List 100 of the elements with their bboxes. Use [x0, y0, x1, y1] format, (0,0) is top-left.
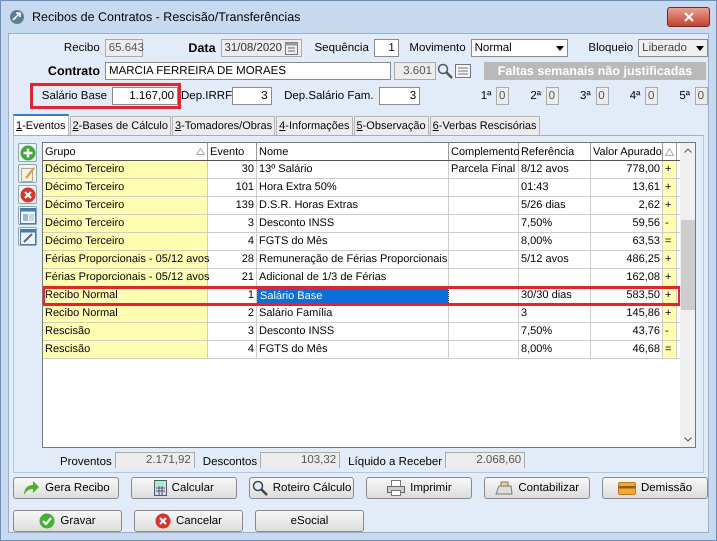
column-header[interactable]: Complemento	[449, 143, 519, 160]
tab[interactable]: 6-Verbas Rescisórias	[430, 116, 540, 135]
arrow-icon	[22, 480, 40, 496]
table-cell: FGTS do Mês	[257, 233, 449, 250]
total-label: Descontos	[202, 456, 258, 468]
delete-icon	[20, 186, 36, 202]
table-cell: Remuneração de Férias Proporcionais	[257, 251, 449, 268]
irrf-dependents-field[interactable]: 3	[232, 87, 272, 105]
dropdown-arrow-icon	[556, 46, 564, 50]
movement-dropdown[interactable]: Normal	[470, 39, 568, 57]
week-label: 2ª	[529, 90, 542, 102]
table-cell: Recibo Normal	[43, 287, 208, 304]
table-cell: 2	[208, 305, 257, 322]
toolbar-button[interactable]: Contabilizar	[484, 477, 590, 499]
contract-name-field[interactable]: MARCIA FERREIRA DE MORAES	[105, 62, 391, 80]
table-cell: -	[663, 323, 677, 340]
table-cell: 13º Salário	[257, 161, 449, 178]
absence-field: 0	[645, 87, 658, 105]
add-icon	[20, 144, 36, 160]
table-cell: 4	[208, 233, 257, 250]
search-button[interactable]	[436, 62, 454, 80]
table-cell: Desconto INSS	[257, 215, 449, 232]
scroll-up-icon	[684, 148, 692, 153]
cancel-icon	[154, 513, 171, 529]
table-cell: 139	[208, 197, 257, 214]
table-cell: Férias Proporcionais - 05/12 avos	[43, 269, 208, 286]
field-label: Bloqueio	[587, 42, 634, 54]
list-icon	[455, 64, 471, 78]
card-icon	[618, 482, 636, 494]
table-cell: =	[663, 233, 677, 250]
edit-button[interactable]	[18, 164, 37, 183]
column-header[interactable]: Grupo	[43, 143, 208, 160]
table-cell: Férias Proporcionais - 05/12 avos	[43, 251, 208, 268]
table-cell: Salário Família	[257, 305, 449, 322]
column-header[interactable]	[663, 143, 677, 160]
table-cell: Décimo Terceiro	[43, 197, 208, 214]
table-cell: D.S.R. Horas Extras	[257, 197, 449, 214]
absence-field: 0	[496, 87, 510, 105]
table-cell: 4	[208, 341, 257, 358]
table-cell: 5/12 avos	[519, 251, 591, 268]
table-cell: Hora Extra 50%	[257, 179, 449, 196]
action-button[interactable]: Cancelar	[134, 510, 243, 532]
table-cell: 30	[208, 161, 257, 178]
add-button[interactable]	[18, 143, 37, 162]
toolbar-button[interactable]: Imprimir	[366, 477, 472, 499]
scrollbar[interactable]	[680, 142, 696, 448]
dropdown-arrow-icon	[696, 46, 704, 50]
table-cell: +	[663, 269, 677, 286]
tab[interactable]: 1-Eventos	[13, 114, 69, 135]
column-header[interactable]: Referência	[519, 143, 591, 160]
field-label: Dep.Salário Fam.	[283, 90, 375, 102]
total-label: Proventos	[60, 456, 113, 468]
list-button[interactable]	[454, 62, 472, 80]
tab[interactable]: 2-Bases de Cálculo	[70, 116, 171, 135]
tab[interactable]: 5-Observação	[354, 116, 429, 135]
table-cell: +	[663, 287, 677, 304]
total-field: 2.171,92	[114, 452, 195, 468]
date-field[interactable]: 31/08/2020	[220, 39, 302, 57]
field-label: Movimento	[408, 42, 467, 54]
base-salary-field[interactable]: 1.167,00	[112, 87, 178, 105]
edit-view-button[interactable]	[18, 227, 37, 246]
table-cell: 101	[208, 179, 257, 196]
week-label: 1ª	[480, 90, 492, 102]
total-label: Líquido a Receber	[348, 456, 444, 468]
grid-view-button[interactable]	[18, 206, 37, 225]
week-label: 5ª	[678, 90, 692, 102]
table-cell: 8,00%	[519, 233, 591, 250]
toolbar-button[interactable]: Gera Recibo	[13, 477, 119, 499]
column-header[interactable]: Valor Apurado	[591, 143, 663, 160]
edit-icon	[20, 166, 36, 182]
table-cell: 3	[208, 215, 257, 232]
table-cell: Salário Base	[257, 287, 449, 305]
action-button[interactable]: Gravar	[13, 510, 122, 532]
app-icon	[9, 9, 25, 25]
window-title: Recibos de Contratos - Rescisão/Transferências	[32, 10, 302, 24]
table-cell: Décimo Terceiro	[43, 215, 208, 232]
column-header[interactable]: Nome	[257, 143, 449, 160]
tab[interactable]: 3-Tomadores/Obras	[172, 116, 276, 135]
table-cell: 21	[208, 269, 257, 286]
toolbar-button[interactable]: Demissão	[602, 477, 708, 499]
action-button[interactable]: eSocial	[255, 510, 364, 532]
toolbar-button[interactable]: Calcular	[130, 477, 237, 499]
table-cell: Recibo Normal	[43, 305, 208, 322]
family-dependents-field[interactable]: 3	[378, 87, 420, 105]
close-button[interactable]	[667, 7, 710, 27]
contract-code-field: 3.601	[394, 62, 436, 80]
table-cell: 01:43	[519, 179, 591, 196]
table-cell: 8/12 avos	[519, 161, 591, 178]
column-header[interactable]: Evento	[208, 143, 257, 160]
delete-button[interactable]	[18, 185, 37, 204]
field-label: Recibo	[62, 42, 101, 54]
absence-field: 0	[695, 87, 708, 105]
scroll-down-icon	[684, 437, 692, 442]
tab[interactable]: 4-Informações	[276, 116, 352, 135]
toolbar-button[interactable]: Roteiro Cálculo	[248, 477, 354, 499]
sequence-field[interactable]: 1	[374, 39, 399, 57]
table-cell: Rescisão	[43, 341, 208, 358]
window-icon	[20, 208, 36, 224]
week-label: 3ª	[579, 90, 592, 102]
lock-dropdown[interactable]: Liberado	[638, 39, 708, 57]
